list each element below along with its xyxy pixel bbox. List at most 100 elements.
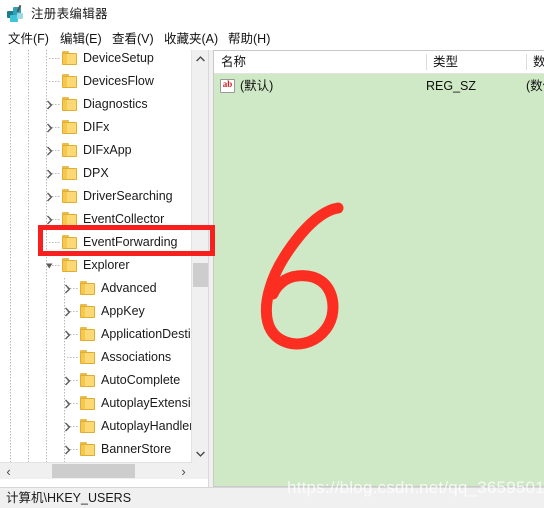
registry-values-pane: 名称 类型 数据 (默认) REG_SZ (数值未设置) <box>213 50 544 487</box>
tree-item[interactable]: ApplicationDestin <box>0 323 192 346</box>
tree-horizontal-scrollbar[interactable]: ‹ › <box>0 462 192 479</box>
tree-item[interactable]: DIFx <box>0 116 192 139</box>
registry-editor-window: 注册表编辑器 文件(F) 编辑(E) 查看(V) 收藏夹(A) 帮助(H) De… <box>0 0 544 508</box>
tree-expander-collapsed-icon[interactable] <box>42 162 56 185</box>
registry-key-tree-pane: DeviceSetup DevicesFlow Diagnostics DIFx DIF… <box>0 50 209 487</box>
tree-item[interactable]: EventForwarding <box>0 231 192 254</box>
tree-item-label: AppKey <box>101 304 145 318</box>
tree-connector <box>67 357 79 358</box>
tree-expander-collapsed-icon[interactable] <box>60 300 74 323</box>
tree-expander-collapsed-icon[interactable] <box>60 415 74 438</box>
tree-item-label: DIFx <box>83 120 110 134</box>
tree-expander-collapsed-icon[interactable] <box>60 277 74 300</box>
tree-expander-collapsed-icon[interactable] <box>60 323 74 346</box>
folder-icon <box>62 74 78 88</box>
tree-expander-collapsed-icon[interactable] <box>42 185 56 208</box>
tree-item[interactable]: BannerStore <box>0 438 192 461</box>
tree-item[interactable]: AutoplayHandlers <box>0 415 192 438</box>
menu-bar: 文件(F) 编辑(E) 查看(V) 收藏夹(A) 帮助(H) <box>0 28 544 50</box>
tree-item-label: DevicesFlow <box>83 74 154 88</box>
value-type: REG_SZ <box>426 79 477 93</box>
tree-item[interactable]: Advanced <box>0 277 192 300</box>
folder-icon <box>80 373 96 387</box>
menu-favorites[interactable]: 收藏夹(A) <box>162 30 220 48</box>
window-title: 注册表编辑器 <box>31 6 108 21</box>
tree-item[interactable]: DevicesFlow <box>0 70 192 93</box>
tree-expander-expanded-icon[interactable] <box>42 254 56 277</box>
tree-item-label: Diagnostics <box>83 97 148 111</box>
folder-icon <box>62 258 78 272</box>
scrollbar-corner <box>192 462 208 479</box>
tree-expander-collapsed-icon[interactable] <box>60 369 74 392</box>
tree-hscroll-thumb[interactable] <box>52 464 135 478</box>
value-data: (数值未设置) <box>526 79 544 93</box>
tree-item[interactable]: Diagnostics <box>0 93 192 116</box>
column-header-type[interactable]: 类型 <box>426 51 526 73</box>
tree-expander-collapsed-icon[interactable] <box>60 392 74 415</box>
folder-icon <box>80 442 96 456</box>
tree-scroll-thumb[interactable] <box>193 263 208 287</box>
folder-icon <box>62 166 78 180</box>
tree-item[interactable]: AutoplayExtensio <box>0 392 192 415</box>
main-split-area: DeviceSetup DevicesFlow Diagnostics DIFx DIF… <box>0 50 544 487</box>
folder-icon <box>62 51 78 65</box>
folder-icon <box>62 189 78 203</box>
folder-icon <box>80 419 96 433</box>
tree-item-label: BannerStore <box>101 442 172 456</box>
tree-item-label: ApplicationDestin <box>101 327 192 341</box>
scroll-up-arrow-icon[interactable] <box>192 50 208 67</box>
tree-connector <box>49 81 61 82</box>
tree-item-label: AutoplayExtensio <box>101 396 192 410</box>
status-path: 计算机\HKEY_USERS <box>6 491 132 505</box>
folder-icon <box>80 281 96 295</box>
tree-item-label: AutoplayHandlers <box>101 419 192 433</box>
menu-view[interactable]: 查看(V) <box>110 30 156 48</box>
tree-item[interactable]: Explorer <box>0 254 192 277</box>
folder-icon <box>62 212 78 226</box>
tree-item-label: DriverSearching <box>83 189 173 203</box>
menu-help[interactable]: 帮助(H) <box>226 30 272 48</box>
value-name: (默认) <box>240 79 274 93</box>
registry-editor-icon <box>6 4 24 23</box>
tree-item[interactable]: DeviceSetup <box>0 50 192 70</box>
tree-item-label: Associations <box>101 350 172 364</box>
menu-file[interactable]: 文件(F) <box>6 30 51 48</box>
folder-icon <box>62 120 78 134</box>
tree-item[interactable]: Associations <box>0 346 192 369</box>
tree-item-list: DeviceSetup DevicesFlow Diagnostics DIFx DIF… <box>0 50 192 462</box>
tree-item-label: Explorer <box>83 258 130 272</box>
tree-connector <box>49 58 61 59</box>
tree-item[interactable]: DIFxApp <box>0 139 192 162</box>
scroll-left-arrow-icon[interactable]: ‹ <box>0 463 17 479</box>
tree-expander-collapsed-icon[interactable] <box>42 116 56 139</box>
tree-item-label: Advanced <box>101 281 157 295</box>
scroll-down-arrow-icon[interactable] <box>192 445 208 462</box>
tree-expander-collapsed-icon[interactable] <box>42 139 56 162</box>
folder-icon <box>80 304 96 318</box>
status-bar: 计算机\HKEY_USERS <box>0 487 544 508</box>
string-value-icon <box>220 78 235 93</box>
menu-edit[interactable]: 编辑(E) <box>58 30 104 48</box>
tree-expander-collapsed-icon[interactable] <box>42 93 56 116</box>
tree-item[interactable]: DriverSearching <box>0 185 192 208</box>
tree-item-label: DIFxApp <box>83 143 132 157</box>
folder-icon <box>62 143 78 157</box>
tree-item-label: DeviceSetup <box>83 51 154 65</box>
tree-item[interactable]: AppKey <box>0 300 192 323</box>
folder-icon <box>62 97 78 111</box>
title-bar: 注册表编辑器 <box>0 0 544 28</box>
scroll-right-arrow-icon[interactable]: › <box>175 463 192 479</box>
tree-expander-collapsed-icon[interactable] <box>60 438 74 461</box>
tree-item-label: EventForwarding <box>83 235 178 249</box>
tree-viewport: DeviceSetup DevicesFlow Diagnostics DIFx DIF… <box>0 50 192 462</box>
tree-item[interactable]: DPX <box>0 162 192 185</box>
tree-item[interactable]: EventCollector <box>0 208 192 231</box>
tree-vertical-scrollbar[interactable] <box>191 50 208 462</box>
column-header-name[interactable]: 名称 <box>214 51 426 73</box>
value-row-default[interactable]: (默认) REG_SZ (数值未设置) <box>214 75 544 97</box>
tree-item-label: AutoComplete <box>101 373 181 387</box>
values-column-header: 名称 类型 数据 <box>214 51 544 74</box>
tree-item[interactable]: AutoComplete <box>0 369 192 392</box>
column-header-data[interactable]: 数据 <box>526 51 544 73</box>
tree-expander-collapsed-icon[interactable] <box>42 208 56 231</box>
